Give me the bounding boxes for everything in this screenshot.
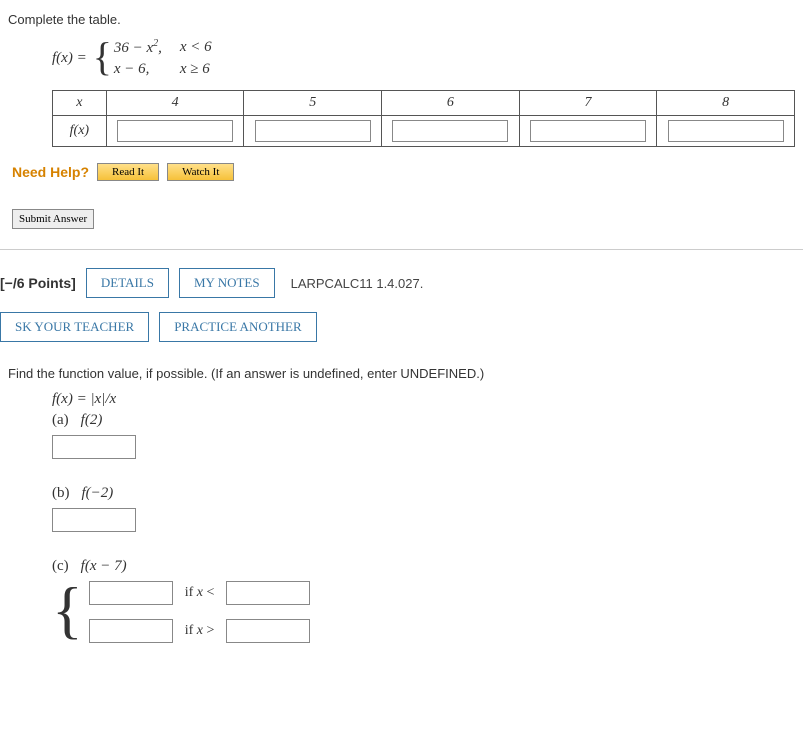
fx-input-4[interactable] <box>117 120 233 142</box>
need-help-label: Need Help? <box>12 164 89 180</box>
fx-input-7[interactable] <box>530 120 646 142</box>
part-b: (b) f(−2) <box>52 485 795 532</box>
part-a: (a) f(2) <box>52 412 795 459</box>
part-b-fn: f(−2) <box>82 485 114 501</box>
part-c-cond-1: if x < <box>185 585 215 601</box>
details-button[interactable]: DETAILS <box>86 268 169 298</box>
q2-actions: SK YOUR TEACHER PRACTICE ANOTHER <box>0 312 803 342</box>
col-header: 7 <box>519 91 657 116</box>
fx-input-5[interactable] <box>255 120 371 142</box>
practice-another-button[interactable]: PRACTICE ANOTHER <box>159 312 316 342</box>
part-c-expr-2-input[interactable] <box>89 619 173 643</box>
part-b-input[interactable] <box>52 508 136 532</box>
row-label-fx: f(x) <box>53 116 107 147</box>
part-c-expr-1-input[interactable] <box>89 581 173 605</box>
part-c-cond-1-input[interactable] <box>226 581 310 605</box>
col-header: 8 <box>657 91 795 116</box>
submit-answer-button[interactable]: Submit Answer <box>12 209 94 229</box>
q1-function-def: f(x) = { 36 − x2, x < 6 x − 6, x ≥ 6 <box>52 37 795 80</box>
part-a-input[interactable] <box>52 435 136 459</box>
reference-code: LARPCALC11 1.4.027. <box>291 276 424 291</box>
part-c-cond-2-input[interactable] <box>226 619 310 643</box>
part-c: (c) f(x − 7) <box>52 558 795 575</box>
piece-expr-0: 36 − x2, <box>114 37 180 59</box>
part-c-fn: f(x − 7) <box>81 558 127 574</box>
q1-prompt: Complete the table. <box>8 12 795 27</box>
ask-teacher-button[interactable]: SK YOUR TEACHER <box>0 312 149 342</box>
need-help-row: Need Help? Read It Watch It <box>12 163 795 181</box>
q1-lhs: f(x) = <box>52 50 87 67</box>
col-header: 5 <box>244 91 382 116</box>
question-1: Complete the table. f(x) = { 36 − x2, x … <box>0 12 803 250</box>
points-label: [−/6 Points] <box>0 275 76 291</box>
piece-cond-1: x ≥ 6 <box>180 59 230 80</box>
col-header: 4 <box>106 91 244 116</box>
q1-pieces: 36 − x2, x < 6 x − 6, x ≥ 6 <box>114 37 230 80</box>
fx-input-6[interactable] <box>392 120 508 142</box>
question-2: Find the function value, if possible. (I… <box>0 366 803 643</box>
watch-it-button[interactable]: Watch It <box>167 163 234 181</box>
fx-input-8[interactable] <box>668 120 784 142</box>
my-notes-button[interactable]: MY NOTES <box>179 268 275 298</box>
q1-table: x 4 5 6 7 8 f(x) <box>52 90 795 147</box>
q2-prompt: Find the function value, if possible. (I… <box>8 366 795 381</box>
part-a-label: (a) <box>52 412 69 428</box>
part-c-cond-2: if x > <box>185 623 215 639</box>
q2-function-def: f(x) = |x|/x <box>52 391 795 408</box>
read-it-button[interactable]: Read It <box>97 163 159 181</box>
part-b-label: (b) <box>52 485 70 501</box>
piece-cond-0: x < 6 <box>180 37 230 59</box>
part-c-label: (c) <box>52 558 69 574</box>
q2-header: [−/6 Points] DETAILS MY NOTES LARPCALC11… <box>0 268 803 298</box>
piece-expr-1: x − 6, <box>114 59 180 80</box>
part-c-piecewise: { if x < if x > <box>52 581 795 643</box>
brace-icon: { <box>93 45 112 69</box>
col-header: 6 <box>382 91 520 116</box>
part-a-fn: f(2) <box>81 412 103 428</box>
brace-icon: { <box>52 588 83 633</box>
row-label-x: x <box>53 91 107 116</box>
